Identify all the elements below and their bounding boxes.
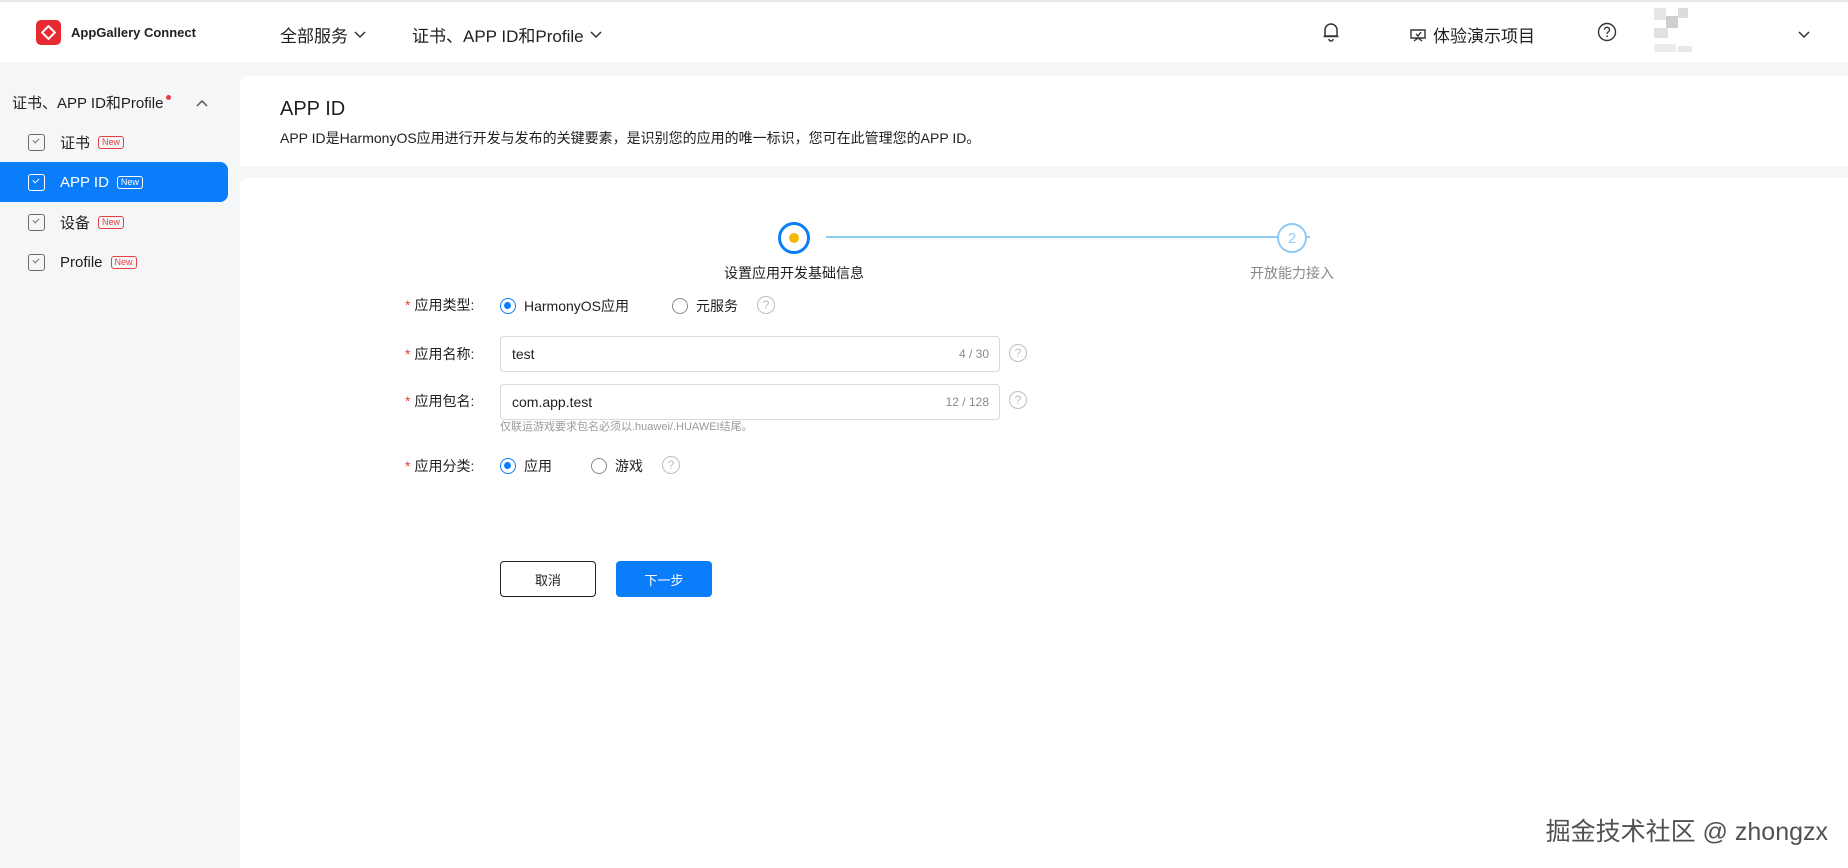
step-current-dot xyxy=(789,233,799,243)
radio-category-game[interactable]: 游戏 xyxy=(591,456,643,476)
brand-name: AppGallery Connect xyxy=(71,25,196,40)
new-badge: New xyxy=(116,175,143,189)
required-mark: * xyxy=(405,458,411,474)
step-2-indicator: 2 xyxy=(1277,223,1307,253)
sidebar: 证书、APP ID和Profile 证书 New APP ID New 设备 N… xyxy=(0,62,236,868)
app-name-input[interactable]: test 4 / 30 xyxy=(500,336,1000,372)
demo-project-link[interactable]: 体验演示项目 xyxy=(1409,22,1535,47)
package-name-help-icon[interactable]: ? xyxy=(1009,391,1027,409)
app-name-char-count: 4 / 30 xyxy=(958,347,989,361)
chevron-up-icon[interactable] xyxy=(196,94,208,111)
app-id-icon xyxy=(28,173,45,191)
radio-atomic-service[interactable]: 元服务 xyxy=(672,296,738,316)
sidebar-item-cert[interactable]: 证书 New xyxy=(0,122,228,162)
page-header: APP ID APP ID是HarmonyOS应用进行开发与发布的关键要素，是识… xyxy=(240,76,1848,166)
radio-label: 游戏 xyxy=(615,458,643,474)
new-badge: New xyxy=(98,215,125,229)
sidebar-item-profile[interactable]: Profile New xyxy=(0,242,228,282)
radio-harmonyos-app[interactable]: HarmonyOS应用 xyxy=(500,296,629,316)
menu-cert-appid-profile[interactable]: 证书、APP ID和Profile xyxy=(412,22,602,47)
menu-cert-label: 证书、APP ID和Profile xyxy=(412,27,584,46)
new-badge: New xyxy=(98,135,125,149)
radio-category-app[interactable]: 应用 xyxy=(500,456,552,476)
step-1-indicator xyxy=(778,222,810,254)
device-icon xyxy=(28,213,45,231)
chevron-down-icon xyxy=(590,30,602,39)
sidebar-item-label: 证书 xyxy=(60,134,91,152)
sidebar-item-label: 设备 xyxy=(60,214,91,232)
step-1-label: 设置应用开发基础信息 xyxy=(724,265,864,281)
stepper-line xyxy=(826,236,1310,238)
chevron-down-icon xyxy=(354,30,366,39)
radio-circle xyxy=(500,298,516,314)
package-name-input[interactable]: com.app.test 12 / 128 xyxy=(500,384,1000,420)
watermark: 掘金技术社区 @ zhongzx xyxy=(1545,818,1828,846)
app-name-help-icon[interactable]: ? xyxy=(1009,344,1027,362)
form-card: 2 设置应用开发基础信息 开放能力接入 * 应用类型: HarmonyOS应用 元… xyxy=(240,178,1848,868)
demo-project-label: 体验演示项目 xyxy=(1433,27,1535,46)
new-badge: New xyxy=(110,255,137,269)
brand[interactable]: AppGallery Connect xyxy=(36,20,196,45)
notification-dot xyxy=(166,95,172,100)
sidebar-group-label: 证书、APP ID和Profile xyxy=(12,95,164,112)
required-mark: * xyxy=(405,297,411,313)
account-chevron-down-icon[interactable] xyxy=(1798,26,1810,44)
app-type-help-icon[interactable]: ? xyxy=(757,296,775,314)
sidebar-group-cert-appid-profile[interactable]: 证书、APP ID和Profile xyxy=(12,92,222,113)
package-name-char-count: 12 / 128 xyxy=(945,395,989,409)
menu-all-services[interactable]: 全部服务 xyxy=(280,22,366,47)
page-title: APP ID xyxy=(280,98,346,120)
step-2-label: 开放能力接入 xyxy=(1250,265,1334,281)
app-name-value: test xyxy=(512,346,535,362)
radio-label: 元服务 xyxy=(696,298,738,314)
category-help-icon[interactable]: ? xyxy=(662,456,680,474)
profile-icon xyxy=(28,253,45,271)
required-mark: * xyxy=(405,346,411,362)
appgallery-logo-icon xyxy=(36,20,61,45)
bell-icon[interactable] xyxy=(1322,22,1340,47)
menu-all-services-label: 全部服务 xyxy=(280,27,348,46)
demo-icon xyxy=(1409,27,1427,43)
cancel-button[interactable]: 取消 xyxy=(500,561,596,597)
sidebar-item-device[interactable]: 设备 New xyxy=(0,202,228,242)
radio-label: HarmonyOS应用 xyxy=(524,298,630,314)
radio-circle xyxy=(672,298,688,314)
sidebar-item-label: Profile xyxy=(60,253,103,271)
page-description: APP ID是HarmonyOS应用进行开发与发布的关键要素，是识别您的应用的唯… xyxy=(280,130,981,146)
radio-circle xyxy=(500,458,516,474)
radio-circle xyxy=(591,458,607,474)
required-mark: * xyxy=(405,393,411,409)
sidebar-item-label: APP ID xyxy=(60,173,109,191)
radio-label: 应用 xyxy=(524,458,552,474)
cert-icon xyxy=(28,133,45,151)
sidebar-item-app-id[interactable]: APP ID New xyxy=(0,162,228,202)
next-step-button[interactable]: 下一步 xyxy=(616,561,712,597)
help-icon[interactable] xyxy=(1597,22,1617,47)
package-name-hint: 仅联运游戏要求包名必须以.huawei/.HUAWEI结尾。 xyxy=(500,421,753,433)
avatar[interactable] xyxy=(1652,8,1700,56)
top-bar: AppGallery Connect 全部服务 证书、APP ID和Profil… xyxy=(0,0,1848,62)
package-name-value: com.app.test xyxy=(512,394,593,410)
